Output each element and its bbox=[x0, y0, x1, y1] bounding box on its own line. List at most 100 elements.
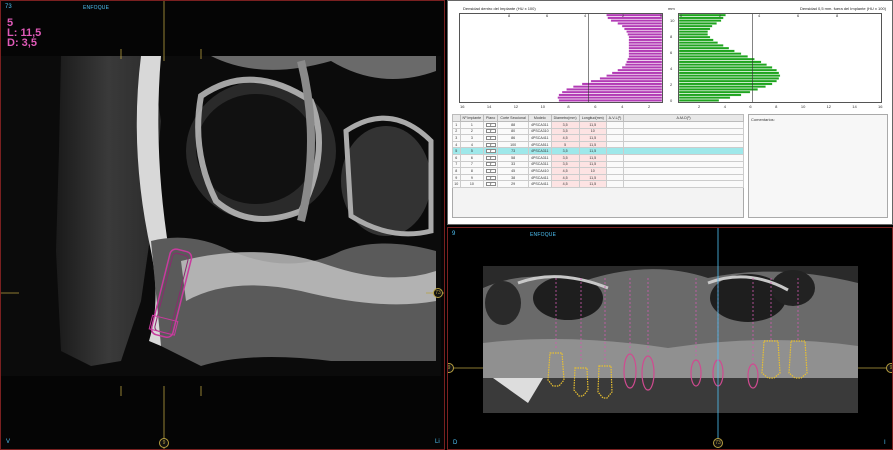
cell-avl-angle bbox=[605, 173, 625, 182]
y-tick: 6 bbox=[670, 50, 673, 55]
density-inside-histogram bbox=[459, 13, 663, 103]
histogram-bar bbox=[611, 71, 663, 75]
cell-row-number: 1 bbox=[452, 121, 461, 129]
sagittal-view-pane[interactable]: 73 ENFOQUE 5 L: 11,5 D: 3,5 V Li 9 73 bbox=[0, 0, 445, 450]
cell-plano-dropdown[interactable]: ▾ bbox=[483, 147, 499, 155]
histogram-bar bbox=[678, 66, 773, 69]
table-row[interactable]: 3 3 ▾ 86 4PSCA411 4,5 11,5 bbox=[452, 134, 744, 142]
plano-select[interactable]: ▾ bbox=[485, 175, 496, 180]
cell-modelo: 4PSCA311 bbox=[527, 121, 552, 129]
cell-implant-code: 3 bbox=[459, 134, 485, 142]
panoramic-bottom-marker[interactable]: 73 bbox=[713, 438, 723, 448]
panoramic-view-pane[interactable]: 9 ENFOQUE D I 73 9 9 bbox=[447, 227, 893, 450]
table-row[interactable]: 10 10 ▾ 29 4PSCA411 4,5 11,5 bbox=[452, 180, 744, 188]
cell-longitud: 11,5 bbox=[578, 180, 607, 188]
cell-avl-angle bbox=[605, 147, 625, 155]
cell-corte-seccional: 86 bbox=[497, 134, 529, 142]
cell-plano-dropdown[interactable]: ▾ bbox=[483, 121, 499, 129]
top-tick-right: 2 bbox=[719, 13, 722, 18]
plano-select[interactable]: ▾ bbox=[485, 129, 496, 134]
table-header[interactable]: Corte Seccional bbox=[497, 114, 529, 122]
histogram-bar bbox=[628, 49, 663, 53]
sagittal-view-label: ENFOQUE bbox=[83, 5, 110, 11]
histogram-bar bbox=[628, 41, 663, 44]
table-header[interactable]: Longitud(mm) bbox=[578, 114, 607, 122]
table-header[interactable]: Diametro(mm) bbox=[550, 114, 580, 122]
y-tick: 4 bbox=[670, 66, 673, 71]
cell-avl-angle bbox=[605, 167, 625, 175]
cell-avl-angle bbox=[605, 180, 625, 188]
top-tick-right: 6 bbox=[797, 13, 800, 18]
table-row[interactable]: 9 9 ▾ 38 4PSCA411 4,5 11,5 bbox=[452, 173, 744, 182]
cell-plano-dropdown[interactable]: ▾ bbox=[483, 140, 499, 149]
cell-corte-seccional: 29 bbox=[497, 180, 529, 188]
cell-plano-dropdown[interactable]: ▾ bbox=[483, 160, 499, 169]
histogram-bar bbox=[628, 46, 663, 50]
density-outside-histogram bbox=[678, 13, 882, 103]
plano-select[interactable]: ▾ bbox=[485, 149, 496, 154]
comments-box[interactable]: Comentarios: bbox=[748, 114, 888, 218]
cell-longitud: 11,5 bbox=[578, 173, 607, 182]
y-tick: 2 bbox=[670, 82, 673, 87]
plano-select[interactable]: ▾ bbox=[485, 182, 496, 187]
panoramic-ct-image[interactable] bbox=[448, 228, 893, 450]
cell-avl-angle bbox=[605, 134, 625, 142]
histogram-bar bbox=[678, 68, 777, 72]
table-row[interactable]: 7 7 ▾ 33 4PSCA311 3,5 11,5 bbox=[452, 160, 744, 169]
histogram-bar bbox=[678, 88, 759, 91]
histogram-bar bbox=[678, 82, 773, 86]
histogram-bar bbox=[678, 93, 742, 97]
sagittal-right-marker[interactable]: 73 bbox=[433, 288, 443, 298]
y-tick: 10 bbox=[670, 18, 675, 23]
cell-implant-code: 4 bbox=[459, 140, 485, 149]
histogram-bar bbox=[606, 13, 663, 17]
table-header[interactable]: Nº Implante bbox=[459, 114, 485, 122]
table-row[interactable]: 8 8 ▾ 45 4PSCA410 4,5 10 bbox=[452, 167, 744, 175]
cell-plano-dropdown[interactable]: ▾ bbox=[483, 180, 499, 188]
cell-plano-dropdown[interactable]: ▾ bbox=[483, 134, 499, 142]
histogram-bar bbox=[628, 52, 663, 55]
cell-modelo: 4PSCA511 bbox=[527, 140, 552, 149]
cell-modelo: 4PSCA410 bbox=[527, 167, 552, 175]
bottom-tick-right: 8 bbox=[775, 104, 778, 109]
table-header[interactable]: Plano bbox=[483, 114, 499, 122]
sagittal-ct-image[interactable] bbox=[1, 1, 445, 450]
table-header[interactable]: Modelo bbox=[527, 114, 552, 122]
implant-info: 5 L: 11,5 D: 3,5 bbox=[7, 18, 41, 49]
plano-select[interactable]: ▾ bbox=[485, 142, 496, 147]
histogram-bar bbox=[581, 82, 663, 86]
plano-select[interactable]: ▾ bbox=[485, 135, 496, 140]
cell-plano-dropdown[interactable]: ▾ bbox=[483, 167, 499, 175]
table-header[interactable]: A-V-L(º) bbox=[605, 114, 625, 122]
histogram-bar bbox=[572, 85, 663, 88]
table-row[interactable]: 2 2 ▾ 80 4PSCA310 3,5 10 bbox=[452, 127, 744, 136]
cell-plano-dropdown[interactable]: ▾ bbox=[483, 153, 499, 162]
cell-implant-code: 5 bbox=[459, 147, 485, 155]
cell-amd-angle bbox=[623, 180, 744, 188]
table-row[interactable]: 1 1 ▾ 88 4PSCA311 3,5 11,5 bbox=[452, 121, 744, 129]
cell-row-number: 10 bbox=[452, 180, 461, 188]
cell-avl-angle bbox=[605, 127, 625, 136]
plano-select[interactable]: ▾ bbox=[485, 155, 496, 160]
cell-implant-code: 10 bbox=[459, 180, 485, 188]
sagittal-bottom-marker[interactable]: 9 bbox=[159, 438, 169, 448]
cell-row-number: 3 bbox=[452, 134, 461, 142]
table-header[interactable]: A-M-D(º) bbox=[623, 114, 744, 122]
plano-select[interactable]: ▾ bbox=[485, 168, 496, 173]
cell-amd-angle bbox=[623, 153, 744, 162]
table-row[interactable]: 6 6 ▾ 58 4PSCA311 3,5 11,5 bbox=[452, 153, 744, 162]
implant-table[interactable]: Nº Implante Plano Corte Seccional Modelo Dia… bbox=[452, 114, 744, 188]
plano-select[interactable]: ▾ bbox=[485, 162, 496, 167]
cell-diametro: 5 bbox=[550, 140, 580, 149]
histogram-bar bbox=[566, 88, 663, 91]
cell-plano-dropdown[interactable]: ▾ bbox=[483, 127, 499, 136]
top-tick-left: 6 bbox=[546, 13, 549, 18]
table-row[interactable]: 5 5 ▾ 73 4PSCA311 3,5 11,5 bbox=[452, 147, 744, 155]
plano-select[interactable]: ▾ bbox=[485, 122, 496, 127]
cell-corte-seccional: 38 bbox=[497, 173, 529, 182]
histogram-bar bbox=[678, 74, 781, 77]
cell-row-number: 2 bbox=[452, 127, 461, 136]
cell-plano-dropdown[interactable]: ▾ bbox=[483, 173, 499, 182]
table-row[interactable]: 4 4 ▾ 100 4PSCA511 5 11,5 bbox=[452, 140, 744, 149]
panoramic-right-marker[interactable]: 9 bbox=[886, 363, 892, 373]
